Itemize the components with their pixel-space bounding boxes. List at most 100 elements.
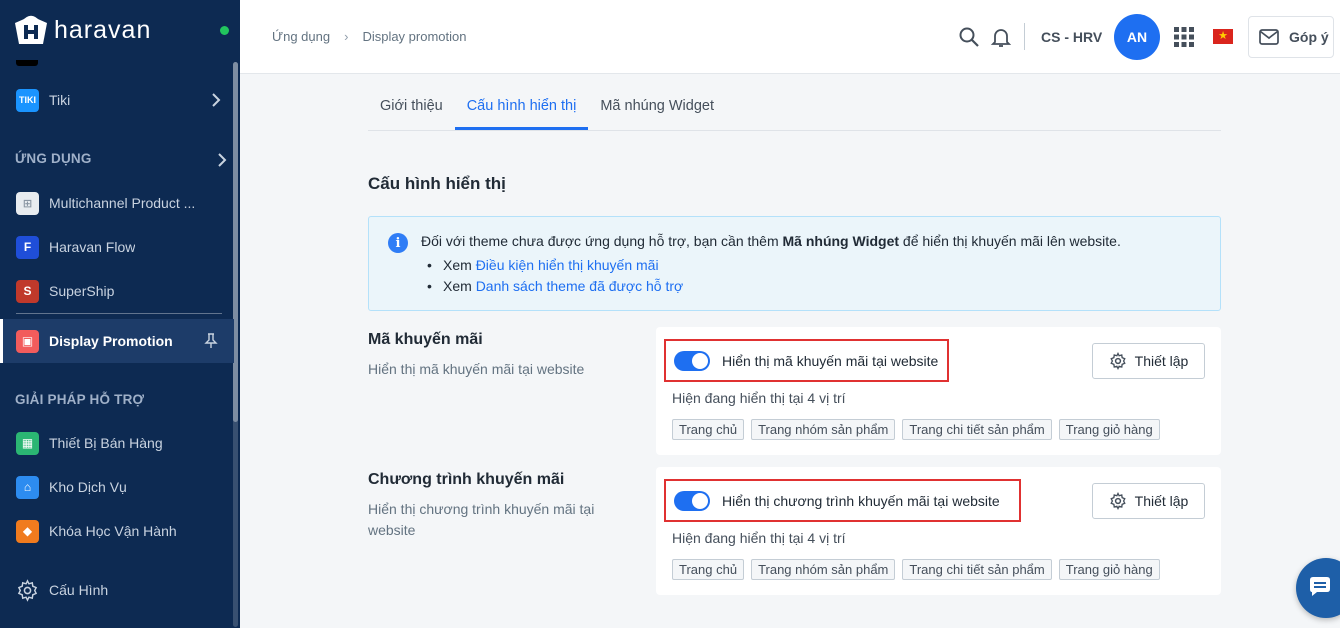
section-title-program: Chương trình khuyến mãi (368, 471, 565, 488)
sidebar-item-label: Kho Dịch Vụ (49, 479, 127, 495)
search-icon[interactable] (958, 26, 980, 48)
course-icon: ◆ (16, 519, 39, 543)
supership-icon: S (16, 279, 39, 303)
sidebar-divider (16, 313, 222, 314)
tab-bar: Giới thiệu Cấu hình hiển thị Mã nhúng Wi… (368, 85, 1221, 131)
apps-grid-icon[interactable] (1173, 26, 1195, 48)
sidebar-item-label: Khóa Học Vận Hành (49, 523, 177, 539)
coupon-positions-text: Hiện đang hiển thị tại 4 vị trí (672, 390, 846, 406)
position-chip: Trang giỏ hàng (1058, 559, 1160, 580)
pos-device-icon: ▦ (16, 431, 39, 455)
info-text-part: Đối với theme chưa được ứng dụng hỗ trợ,… (421, 233, 783, 249)
chevron-right-icon[interactable] (214, 152, 230, 168)
flow-icon: F (16, 235, 39, 259)
tab-intro[interactable]: Giới thiệu (368, 85, 455, 130)
program-toggle-row: Hiển thị chương trình khuyến mãi tại web… (664, 479, 1021, 522)
coupon-settings-card: Hiển thị mã khuyến mãi tại website Thiết… (656, 327, 1221, 455)
haravan-logo-icon (15, 15, 47, 44)
breadcrumb: Ứng dụng › Display promotion (272, 29, 466, 44)
partial-sidebar-icon (16, 60, 38, 66)
section-title-coupon: Mã khuyến mãi (368, 331, 483, 348)
topbar-divider (1024, 23, 1025, 50)
topbar: Ứng dụng › Display promotion CS - HRV AN… (240, 0, 1340, 74)
info-link-prefix: Xem (443, 278, 476, 294)
breadcrumb-apps[interactable]: Ứng dụng (272, 29, 330, 44)
shop-name[interactable]: CS - HRV (1041, 29, 1102, 45)
tiki-icon: TIKI (16, 88, 39, 112)
position-chip: Trang chi tiết sản phẩm (902, 559, 1052, 580)
sidebar-item-label: Thiết Bị Bán Hàng (49, 435, 163, 451)
sidebar-item-label: Multichannel Product ... (49, 195, 196, 211)
position-chip: Trang chủ (672, 559, 745, 580)
coupon-toggle-label: Hiển thị mã khuyến mãi tại website (722, 352, 939, 369)
avatar[interactable]: AN (1114, 14, 1160, 60)
service-store-icon: ⌂ (16, 475, 39, 499)
supported-themes-link[interactable]: Danh sách theme đã được hỗ trợ (476, 278, 684, 294)
position-chip: Trang giỏ hàng (1058, 419, 1160, 440)
promotion-conditions-link[interactable]: Điều kiện hiển thị khuyến mãi (476, 257, 659, 273)
sidebar-section-support: GIẢI PHÁP HỖ TRỢ (15, 392, 145, 407)
position-chip: Trang nhóm sản phẩm (751, 559, 896, 580)
gear-icon (17, 578, 38, 602)
program-setup-button[interactable]: Thiết lập (1092, 483, 1205, 519)
breadcrumb-current: Display promotion (362, 29, 467, 44)
sidebar-item-multichannel[interactable]: ⊞ Multichannel Product ... (0, 181, 234, 225)
sidebar: haravan TIKI Tiki ỨNG DỤNG ⊞ Multichanne… (0, 0, 240, 628)
info-text: Đối với theme chưa được ứng dụng hỗ trợ,… (421, 233, 1121, 249)
brand-logo[interactable]: haravan (0, 0, 240, 60)
tab-display-config[interactable]: Cấu hình hiển thị (454, 85, 589, 130)
position-chip: Trang nhóm sản phẩm (751, 419, 896, 440)
sidebar-item-label: SuperShip (49, 283, 115, 299)
sidebar-item-display-promotion[interactable]: ▣ Display Promotion (0, 319, 234, 363)
page-title: Cấu hình hiển thị (368, 174, 506, 193)
sidebar-item-settings[interactable]: Cấu Hình (0, 568, 234, 612)
display-promotion-icon: ▣ (16, 329, 39, 353)
multichannel-icon: ⊞ (16, 191, 39, 215)
sidebar-item-course[interactable]: ◆ Khóa Học Vận Hành (0, 509, 234, 553)
gear-icon (1109, 492, 1126, 510)
program-settings-card: Hiển thị chương trình khuyến mãi tại web… (656, 467, 1221, 595)
coupon-position-chips: Trang chủ Trang nhóm sản phẩm Trang chi … (672, 419, 1167, 440)
feedback-button[interactable]: Góp ý (1248, 16, 1334, 58)
sidebar-item-label: Display Promotion (49, 333, 173, 349)
sidebar-item-label: Cấu Hình (49, 582, 109, 598)
feedback-label: Góp ý (1289, 29, 1329, 45)
chat-icon (1310, 577, 1330, 596)
pin-icon[interactable] (204, 333, 218, 349)
sidebar-item-label: Tiki (49, 92, 71, 108)
bell-icon[interactable] (990, 26, 1012, 48)
online-status-dot (220, 26, 229, 35)
sidebar-item-haravan-flow[interactable]: F Haravan Flow (0, 225, 234, 269)
program-position-chips: Trang chủ Trang nhóm sản phẩm Trang chi … (672, 559, 1167, 580)
setup-button-label: Thiết lập (1134, 493, 1189, 509)
info-banner: i Đối với theme chưa được ứng dụng hỗ tr… (368, 216, 1221, 311)
setup-button-label: Thiết lập (1134, 353, 1189, 369)
toggle-knob (692, 352, 708, 369)
section-desc-coupon: Hiển thị mã khuyến mãi tại website (368, 361, 585, 377)
chevron-right-icon (212, 93, 221, 107)
sidebar-item-label: Haravan Flow (49, 239, 136, 255)
brand-name: haravan (54, 15, 152, 44)
toggle-knob (692, 492, 708, 509)
coupon-setup-button[interactable]: Thiết lập (1092, 343, 1205, 379)
breadcrumb-separator: › (344, 29, 349, 44)
mail-icon (1259, 29, 1279, 45)
section-desc-program: Hiển thị chương trình khuyến mãi tại web… (368, 501, 595, 538)
info-icon: i (388, 233, 408, 253)
sidebar-item-supership[interactable]: S SuperShip (0, 269, 234, 313)
program-display-toggle[interactable] (674, 490, 710, 511)
info-text-bold: Mã nhúng Widget (782, 233, 900, 249)
sidebar-item-service-store[interactable]: ⌂ Kho Dịch Vụ (0, 465, 234, 509)
info-link-item: Xem Điều kiện hiển thị khuyến mãi (427, 257, 683, 278)
program-positions-text: Hiện đang hiển thị tại 4 vị trí (672, 530, 846, 546)
program-toggle-label: Hiển thị chương trình khuyến mãi tại web… (722, 492, 1000, 509)
tab-widget-embed[interactable]: Mã nhúng Widget (588, 85, 726, 130)
info-link-item: Xem Danh sách theme đã được hỗ trợ (427, 278, 683, 299)
sidebar-item-tiki[interactable]: TIKI Tiki (0, 78, 234, 122)
info-links: Xem Điều kiện hiển thị khuyến mãi Xem Da… (427, 257, 683, 299)
coupon-display-toggle[interactable] (674, 350, 710, 371)
sidebar-item-pos-device[interactable]: ▦ Thiết Bị Bán Hàng (0, 421, 234, 465)
chat-support-button[interactable] (1296, 558, 1340, 618)
info-text-part: để hiển thị khuyến mãi lên website. (899, 233, 1121, 249)
vietnam-flag-icon[interactable]: ★ (1213, 29, 1233, 44)
